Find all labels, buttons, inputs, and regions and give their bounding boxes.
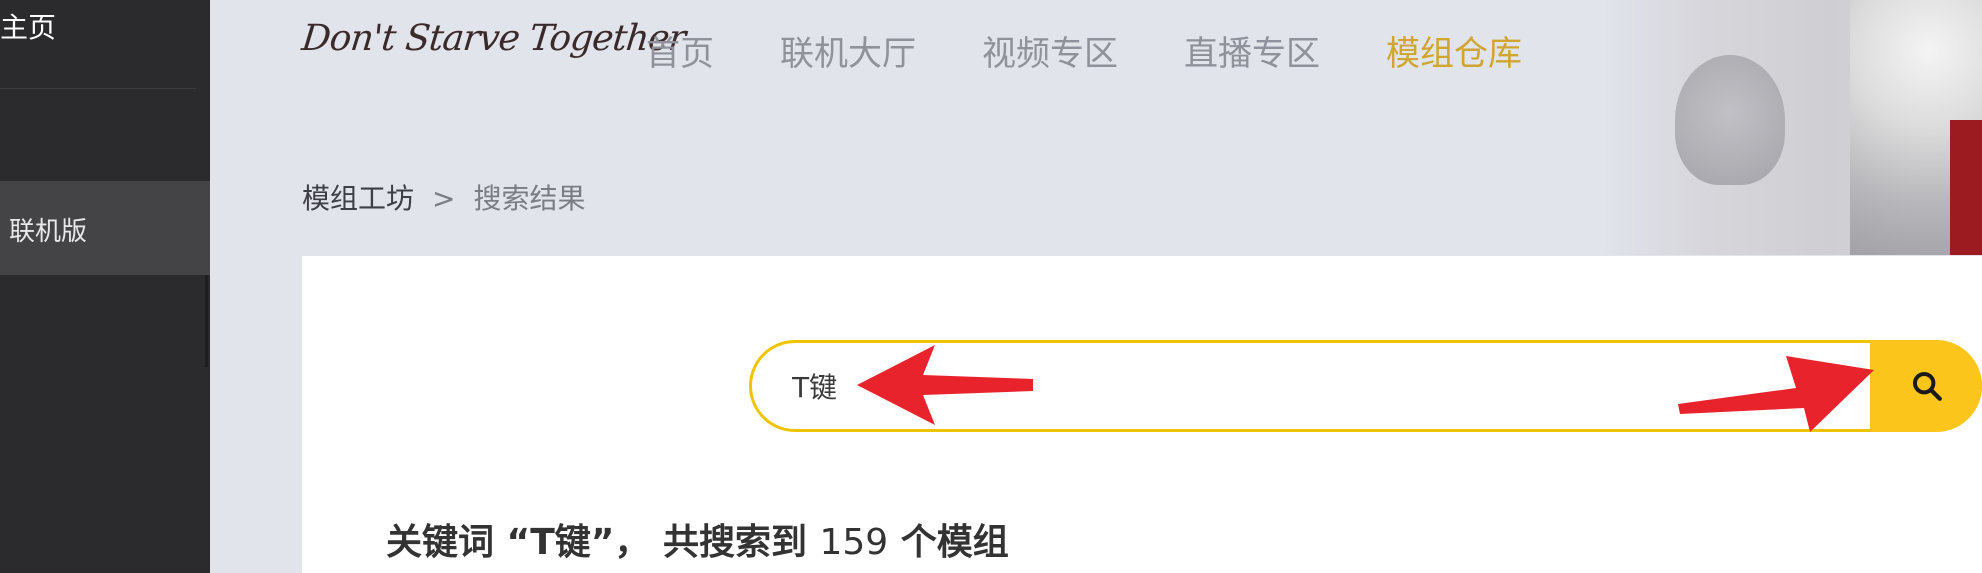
nav-lobby[interactable]: 联机大厅 bbox=[780, 26, 916, 75]
page: 主页 联机版 Don't Starve Together 首页 联机大厅 视频专… bbox=[0, 0, 1982, 573]
character-vest-art bbox=[1950, 120, 1982, 255]
annotation-arrow-left-icon bbox=[857, 345, 1033, 425]
breadcrumb-separator: > bbox=[432, 182, 456, 215]
sidebar-title[interactable]: 主页 bbox=[0, 6, 60, 46]
result-prefix: 关键词 “ bbox=[386, 522, 531, 563]
sidebar-scrollbar[interactable] bbox=[205, 275, 208, 367]
sidebar: 主页 联机版 bbox=[0, 0, 210, 573]
result-keyword: T键 bbox=[530, 522, 591, 563]
breadcrumb-root[interactable]: 模组工坊 bbox=[302, 182, 414, 215]
result-count: 159 bbox=[819, 522, 889, 563]
nav-home[interactable]: 首页 bbox=[646, 26, 714, 75]
breadcrumb-current: 搜索结果 bbox=[473, 182, 586, 215]
search-icon bbox=[1912, 371, 1942, 401]
nav-videos[interactable]: 视频专区 bbox=[982, 26, 1118, 75]
result-middle: ”， 共搜索到 bbox=[590, 522, 820, 563]
game-logo[interactable]: Don't Starve Together bbox=[300, 18, 687, 59]
result-suffix: 个模组 bbox=[888, 522, 1009, 563]
search-result-summary: 关键词 “T键”， 共搜索到 159 个模组 bbox=[386, 513, 1009, 565]
nav-live[interactable]: 直播专区 bbox=[1184, 26, 1320, 75]
search-button[interactable] bbox=[1870, 340, 1982, 432]
pig-character-art bbox=[1675, 55, 1785, 185]
sidebar-item-together[interactable]: 联机版 bbox=[0, 181, 210, 275]
nav-mod-repository[interactable]: 模组仓库 bbox=[1386, 26, 1522, 75]
sidebar-divider bbox=[0, 88, 196, 89]
breadcrumb: 模组工坊 > 搜索结果 bbox=[302, 177, 586, 217]
main-nav: 首页 联机大厅 视频专区 直播专区 模组仓库 bbox=[646, 26, 1588, 75]
annotation-arrow-right-icon bbox=[1678, 356, 1874, 432]
sidebar-item-label: 联机版 bbox=[9, 217, 88, 247]
